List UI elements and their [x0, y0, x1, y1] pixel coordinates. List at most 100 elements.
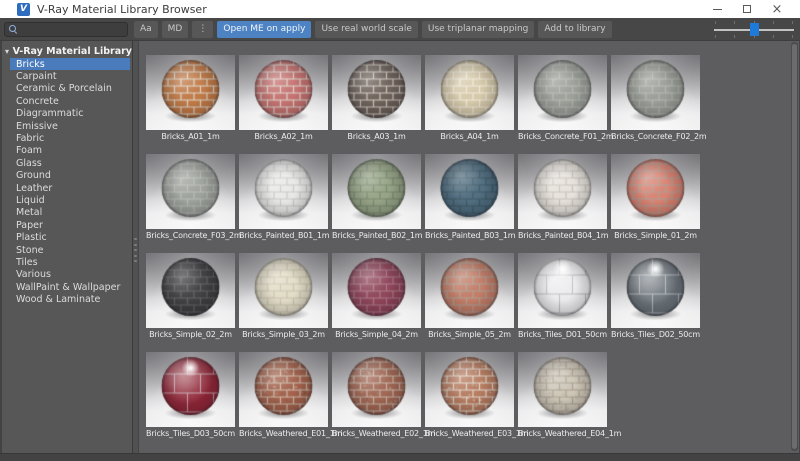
material-label: Bricks_Concrete_F03_2m: [146, 231, 235, 241]
material-tile[interactable]: Bricks_A04_1m: [425, 55, 514, 142]
sidebar-item-various[interactable]: Various: [2, 269, 132, 281]
material-tile[interactable]: Bricks_Weathered_E02_1m: [332, 352, 421, 439]
material-label: Bricks_Painted_B04_1m: [518, 231, 607, 241]
material-tile[interactable]: Bricks_Painted_B04_1m: [518, 154, 607, 241]
use-triplanar-mapping-button[interactable]: Use triplanar mapping: [422, 21, 535, 38]
material-tile[interactable]: Bricks_Simple_01_2m: [611, 154, 700, 241]
toolbar: AaMD⋮Open ME on applyUse real world scal…: [0, 18, 800, 41]
sidebar-item-paper[interactable]: Paper: [2, 219, 132, 231]
sidebar-item-wallpaint-wallpaper[interactable]: WallPaint & Wallpaper: [2, 281, 132, 293]
sidebar-item-fabric[interactable]: Fabric: [2, 132, 132, 144]
material-tile[interactable]: Bricks_Weathered_E03_1m: [425, 352, 514, 439]
vertical-scrollbar[interactable]: [791, 42, 798, 451]
material-label: Bricks_Simple_05_2m: [425, 330, 514, 340]
sidebar-item-leather[interactable]: Leather: [2, 182, 132, 194]
add-to-library-button[interactable]: Add to library: [538, 21, 611, 38]
material-sphere-thumbnail: [425, 253, 514, 328]
material-tile[interactable]: Bricks_A01_1m: [146, 55, 235, 142]
window-title: V-Ray Material Library Browser: [37, 3, 207, 16]
material-tile[interactable]: Bricks_Painted_B01_1m: [239, 154, 328, 241]
material-sphere-thumbnail: [518, 55, 607, 130]
open-me-on-apply-button[interactable]: Open ME on apply: [217, 21, 311, 38]
material-tile[interactable]: Bricks_Concrete_F02_2m: [611, 55, 700, 142]
sidebar-item-ceramic-porcelain[interactable]: Ceramic & Porcelain: [2, 83, 132, 95]
case-sensitive-button[interactable]: Aa: [134, 21, 158, 38]
material-label: Bricks_Concrete_F01_2m: [518, 132, 607, 142]
material-label: Bricks_Weathered_E04_1m: [518, 429, 607, 439]
material-sphere-thumbnail: [425, 154, 514, 229]
thumbnail-size-slider[interactable]: [714, 18, 794, 41]
collapse-caret-icon: ▾: [5, 47, 13, 56]
material-tile[interactable]: Bricks_Tiles_D01_50cm: [518, 253, 607, 340]
search-input[interactable]: [18, 24, 118, 34]
sidebar-item-carpaint[interactable]: Carpaint: [2, 70, 132, 82]
material-label: Bricks_A03_1m: [332, 132, 421, 142]
material-sphere-thumbnail: [611, 253, 700, 328]
sidebar-item-tiles[interactable]: Tiles: [2, 256, 132, 268]
material-label: Bricks_Tiles_D01_50cm: [518, 330, 607, 340]
sidebar-item-stone[interactable]: Stone: [2, 244, 132, 256]
material-tile[interactable]: Bricks_Weathered_E04_1m: [518, 352, 607, 439]
scrollbar-thumb[interactable]: [792, 44, 797, 449]
material-sphere-thumbnail: [239, 154, 328, 229]
material-tile[interactable]: Bricks_Simple_05_2m: [425, 253, 514, 340]
search-box[interactable]: [4, 22, 128, 37]
material-tile[interactable]: Bricks_Weathered_E01_1m: [239, 352, 328, 439]
sidebar-splitter[interactable]: [132, 41, 139, 453]
minimize-button[interactable]: [702, 0, 732, 18]
close-button[interactable]: ×: [762, 0, 792, 18]
material-tile[interactable]: Bricks_A02_1m: [239, 55, 328, 142]
sidebar-item-concrete[interactable]: Concrete: [2, 95, 132, 107]
material-tile[interactable]: Bricks_Painted_B02_1m: [332, 154, 421, 241]
material-label: Bricks_Weathered_E01_1m: [239, 429, 328, 439]
material-label: Bricks_Concrete_F02_2m: [611, 132, 700, 142]
splitter-grip-icon: [134, 238, 138, 262]
material-sphere-thumbnail: [239, 352, 328, 427]
maximize-button[interactable]: [732, 0, 762, 18]
material-label: Bricks_Weathered_E02_1m: [332, 429, 421, 439]
sidebar-item-plastic[interactable]: Plastic: [2, 231, 132, 243]
search-icon: [9, 25, 18, 34]
sidebar-item-glass[interactable]: Glass: [2, 157, 132, 169]
material-sphere-thumbnail: [425, 55, 514, 130]
material-label: Bricks_A04_1m: [425, 132, 514, 142]
tree-root[interactable]: ▾ V-Ray Material Library: [2, 44, 132, 58]
material-sphere-thumbnail: [146, 352, 235, 427]
material-label: Bricks_Simple_01_2m: [611, 231, 700, 241]
vray-material-library-window: V V-Ray Material Library Browser × AaMD⋮…: [0, 0, 800, 461]
material-tile[interactable]: Bricks_Tiles_D02_50cm: [611, 253, 700, 340]
material-grid: Bricks_A01_1m Bricks_A02_1m Bricks_A03_1m B…: [146, 55, 785, 451]
sidebar-item-ground[interactable]: Ground: [2, 170, 132, 182]
material-tile[interactable]: Bricks_Tiles_D03_50cm: [146, 352, 235, 439]
md-button[interactable]: MD: [162, 21, 189, 38]
material-sphere-thumbnail: [518, 154, 607, 229]
options-button[interactable]: ⋮: [192, 21, 213, 38]
material-tile[interactable]: Bricks_Painted_B03_1m: [425, 154, 514, 241]
sidebar-item-foam[interactable]: Foam: [2, 145, 132, 157]
material-sphere-thumbnail: [239, 55, 328, 130]
material-label: Bricks_Weathered_E03_1m: [425, 429, 514, 439]
material-grid-area: Bricks_A01_1m Bricks_A02_1m Bricks_A03_1m B…: [139, 41, 799, 453]
material-sphere-thumbnail: [611, 55, 700, 130]
title-bar: V V-Ray Material Library Browser ×: [0, 0, 800, 18]
material-tile[interactable]: Bricks_Simple_02_2m: [146, 253, 235, 340]
material-tile[interactable]: Bricks_Simple_04_2m: [332, 253, 421, 340]
material-sphere-thumbnail: [611, 154, 700, 229]
material-sphere-thumbnail: [146, 253, 235, 328]
sidebar-item-wood-laminate[interactable]: Wood & Laminate: [2, 293, 132, 305]
sidebar-item-liquid[interactable]: Liquid: [2, 194, 132, 206]
material-tile[interactable]: Bricks_Simple_03_2m: [239, 253, 328, 340]
sidebar-item-bricks[interactable]: Bricks: [10, 58, 130, 70]
material-label: Bricks_A01_1m: [146, 132, 235, 142]
sidebar-item-emissive[interactable]: Emissive: [2, 120, 132, 132]
sidebar-item-metal[interactable]: Metal: [2, 207, 132, 219]
material-sphere-thumbnail: [332, 154, 421, 229]
material-tile[interactable]: Bricks_A03_1m: [332, 55, 421, 142]
material-tile[interactable]: Bricks_Concrete_F01_2m: [518, 55, 607, 142]
use-real-world-scale-button[interactable]: Use real world scale: [315, 21, 417, 38]
material-tile[interactable]: Bricks_Concrete_F03_2m: [146, 154, 235, 241]
sidebar-item-diagrammatic[interactable]: Diagrammatic: [2, 108, 132, 120]
material-sphere-thumbnail: [518, 253, 607, 328]
material-label: Bricks_Tiles_D03_50cm: [146, 429, 235, 439]
tree-root-label: V-Ray Material Library: [13, 46, 132, 57]
